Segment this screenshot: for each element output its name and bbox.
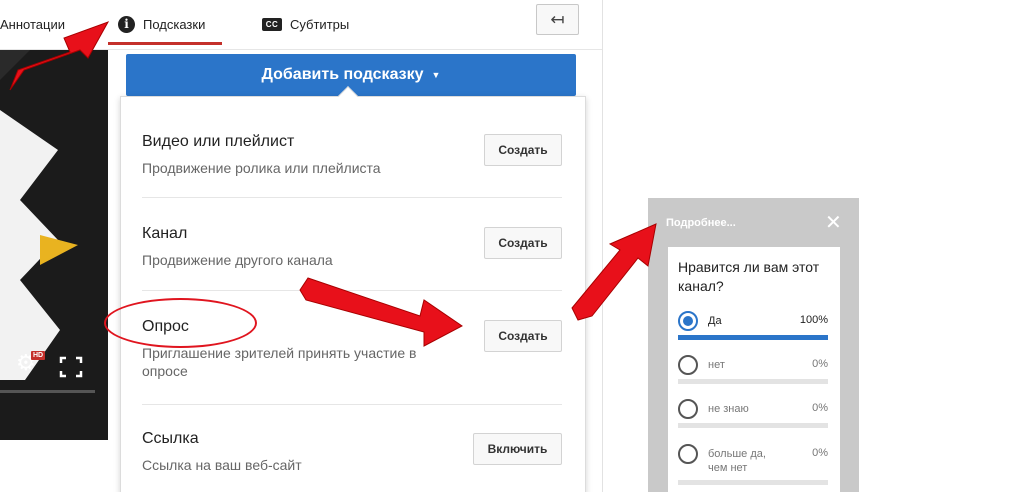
more-link[interactable]: Подробнее... [666,217,736,229]
create-poll-card-button[interactable]: Создать [484,320,562,352]
panel-divider [602,0,603,492]
radio-empty-icon[interactable] [678,399,698,419]
menu-divider [142,404,562,405]
dropdown-caret-icon: ▼ [431,70,441,80]
radio-empty-icon[interactable] [678,355,698,375]
poll-question: Нравится ли вам этот канал? [678,259,820,294]
card-header: Подробнее... ✕ [648,198,859,244]
enable-link-card-button[interactable]: Включить [473,433,562,465]
option-description: Ссылка на ваш веб-сайт [142,457,302,473]
hd-badge: HD [31,351,46,360]
back-arrow-icon: ↤ [550,9,565,29]
option-description: Приглашение зрителей принять участие в о… [142,345,417,379]
answer-percent: 100% [799,314,828,326]
menu-divider [142,290,562,291]
video-preview[interactable] [0,50,108,440]
answer-percent: 0% [812,447,828,459]
answer-label: не знаю [708,403,749,415]
tab-annotations-label: Аннотации [0,16,65,32]
answer-label: Да [708,315,722,327]
tab-subtitles-label: Субтитры [290,16,350,32]
answer-percent: 0% [812,402,828,414]
back-button[interactable]: ↤ [536,4,579,35]
answer-result-bar [678,423,828,428]
tab-subtitles[interactable]: CC Субтитры [262,0,349,48]
menu-divider [142,197,562,198]
video-progress-bar[interactable] [0,390,95,393]
answer-result-bar [678,379,828,384]
close-icon[interactable]: ✕ [825,210,842,235]
answer-percent: 0% [812,358,828,370]
cc-icon: CC [262,17,282,31]
tab-annotations[interactable]: Аннотации [0,0,65,48]
create-channel-card-button[interactable]: Создать [484,227,562,259]
screenshot: Аннотации i Подсказки CC Субтитры ↤ ⚙ HD… [0,0,1019,492]
option-description: Продвижение другого канала [142,252,333,268]
highlight-oval [104,298,257,348]
radio-selected-icon[interactable] [678,311,698,331]
answer-label: нет [708,359,725,371]
active-tab-indicator [108,42,222,45]
create-video-card-button[interactable]: Создать [484,134,562,166]
tab-cards-label: Подсказки [143,16,206,32]
answer-result-bar [678,335,828,340]
editor-tabs: Аннотации i Подсказки CC Субтитры ↤ [0,0,603,50]
answer-label: больше да, чем нет [708,448,766,474]
tab-cards[interactable]: i Подсказки [108,0,222,48]
video-yellow-accent [40,235,78,265]
info-icon: i [118,15,135,33]
fullscreen-icon[interactable] [59,356,83,378]
answer-result-bar [678,480,828,485]
video-frame [0,50,78,380]
video-dark-shape [0,50,30,80]
option-description: Продвижение ролика или плейлиста [142,160,381,176]
radio-empty-icon[interactable] [678,444,698,464]
add-card-label: Добавить подсказку [261,66,424,83]
answer-result-fill [678,335,828,340]
